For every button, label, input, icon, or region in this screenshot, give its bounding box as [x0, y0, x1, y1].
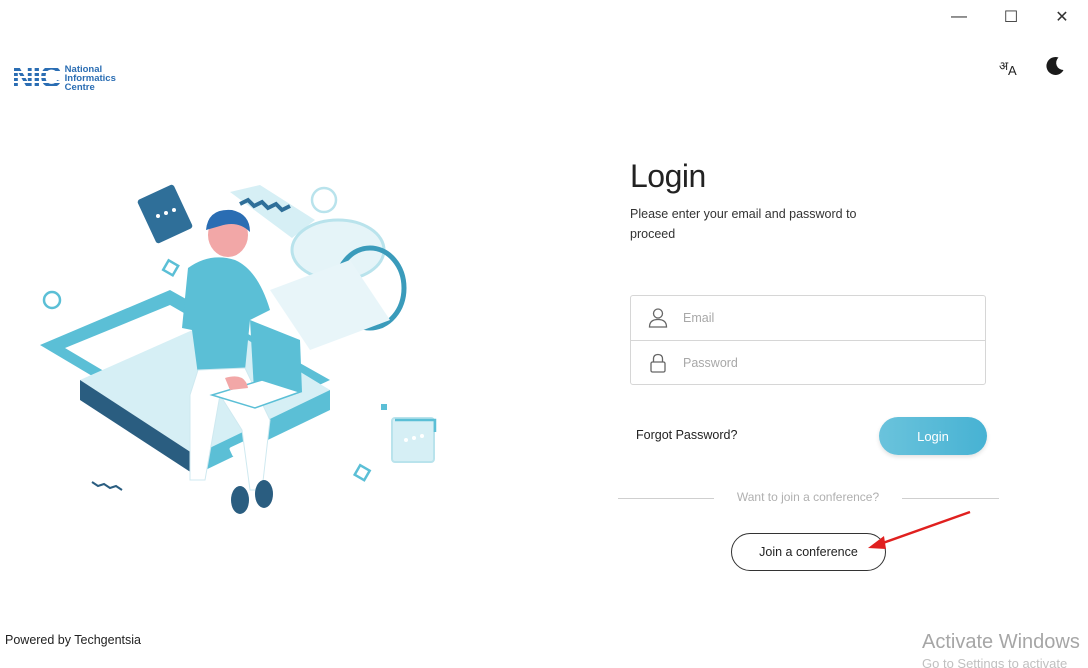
email-input[interactable]: [683, 296, 973, 340]
login-illustration: [30, 180, 450, 525]
password-input[interactable]: [683, 341, 973, 385]
login-form: [630, 295, 986, 385]
password-row: [631, 340, 985, 385]
powered-by-text: Powered by Techgentsia: [5, 633, 141, 647]
login-subtitle: Please enter your email and password to …: [630, 207, 857, 241]
divider-text: Want to join a conference?: [736, 490, 880, 504]
activate-windows-subtitle: Go to Settings to activate: [922, 656, 1068, 668]
translate-glyph-hindi: अ: [999, 59, 1009, 73]
divider-left: [618, 498, 714, 499]
translate-glyph-latin: A: [1008, 63, 1017, 78]
login-button[interactable]: Login: [879, 417, 987, 455]
close-button[interactable]: ✕: [1042, 4, 1082, 30]
logo-line-3: Centre: [64, 81, 95, 93]
email-row: [631, 296, 985, 340]
forgot-password-link[interactable]: Forgot Password?: [636, 428, 737, 442]
minimize-button[interactable]: —: [939, 4, 979, 30]
activate-windows-title: Activate Windows: [922, 631, 1080, 653]
user-icon: [647, 307, 669, 329]
moon-icon[interactable]: [1043, 54, 1067, 78]
annotation-arrow-icon: [868, 510, 971, 549]
logo-mark: NIC: [12, 61, 62, 94]
page-title: Login: [630, 158, 706, 194]
logo-text: National Informatics Centre: [64, 64, 116, 93]
translate-icon[interactable]: अ A: [996, 56, 1024, 78]
divider-right: [902, 498, 999, 499]
maximize-button[interactable]: ☐: [991, 4, 1031, 30]
nic-logo: NIC National Informatics Centre: [12, 63, 116, 93]
lock-icon: [647, 352, 669, 374]
